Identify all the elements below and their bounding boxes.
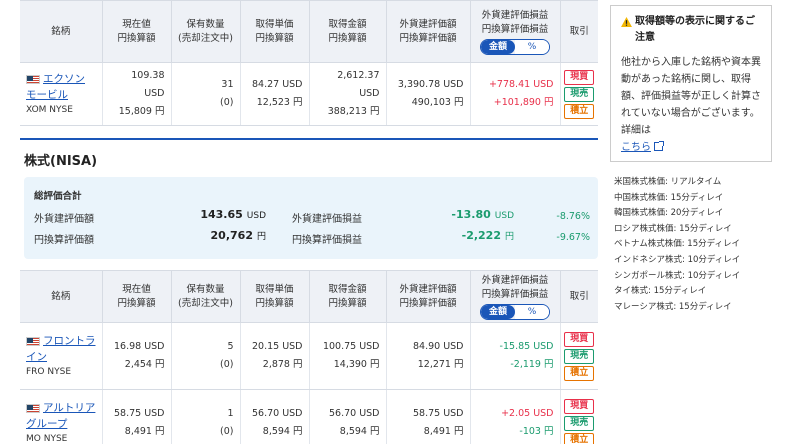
delay-item: 中国株式株価: 15分ディレイ: [614, 192, 724, 203]
summary-foreign-value: 143.65 USD: [200, 208, 266, 221]
cost-amount-cell: 56.70 USD 8,594 円: [308, 389, 386, 444]
col-name: 銘柄: [20, 0, 102, 63]
col-pl: 外貨建評価損益 円換算評価損益 金額 %: [469, 270, 560, 323]
accumulate-button[interactable]: 積立: [564, 365, 595, 381]
section-divider: [20, 138, 598, 140]
delay-item: インドネシア株式: 10分ディレイ: [614, 254, 741, 265]
value-cell: 3,390.78 USD 490,103 円: [385, 62, 470, 126]
sell-button[interactable]: 現売: [564, 415, 595, 431]
stock-cell: アルトリア グループ MO NYSE: [20, 389, 102, 444]
summary-jpy-value-label: 円換算評価額: [34, 235, 94, 246]
summary-box: 総評価合計 外貨建評価額 143.65 USD 円換算評価額 20,762 円 外貨…: [24, 177, 598, 259]
col-cost-amount: 取得金額 円換算額: [308, 0, 386, 63]
col-price: 現在値 円換算額: [101, 0, 171, 63]
delay-item: マレーシア株式: 15分ディレイ: [614, 301, 732, 312]
trade-cell: 現買 現売 積立: [559, 62, 598, 126]
summary-foreign-pl-pct: -8.76%: [556, 211, 590, 222]
cost-amount-cell: 100.75 USD 14,390 円: [308, 322, 386, 390]
stock-code: FRO NYSE: [26, 367, 72, 377]
cost-cell: 56.70 USD 8,594 円: [239, 389, 309, 444]
us-flag-icon: [26, 404, 40, 413]
accumulate-button[interactable]: 積立: [564, 432, 595, 444]
delay-item: 米国株式株価: リアルタイム: [614, 177, 722, 187]
warning-icon: [621, 17, 632, 27]
col-cost: 取得単価 円換算額: [239, 270, 309, 323]
table-row: アルトリア グループ MO NYSE 58.75 USD 8,491 円 1 (0)…: [20, 389, 598, 444]
summary-foreign-value-label: 外貨建評価額: [34, 214, 94, 225]
col-pl: 外貨建評価損益 円換算評価損益 金額 %: [469, 0, 560, 63]
notice-details-link[interactable]: こちら: [621, 142, 651, 153]
summary-jpy-pl-label: 円換算評価損益: [292, 235, 362, 246]
delay-item: タイ株式: 15分ディレイ: [614, 286, 707, 297]
cost-cell: 20.15 USD 2,878 円: [239, 322, 309, 390]
col-qty: 保有数量 (売却注文中): [170, 0, 240, 63]
col-value: 外貨建評価額 円換算評価額: [385, 270, 470, 323]
delay-item: ロシア株式株価: 15分ディレイ: [614, 223, 732, 234]
buy-button[interactable]: 現買: [564, 331, 595, 347]
holdings-table-top: 銘柄 現在値 円換算額 保有数量 (売却注文中) 取得単価 円換算額 取得金額 円換算額…: [20, 0, 598, 126]
delay-item: シンガポール株式: 10分ディレイ: [614, 270, 741, 281]
delay-item: 韓国株式株価: 20分ディレイ: [614, 208, 724, 219]
summary-jpy-pl-pct: -9.67%: [556, 232, 590, 243]
accumulate-button[interactable]: 積立: [564, 103, 595, 119]
pl-display-toggle: 金額 %: [480, 303, 550, 320]
price-cell: 109.38 USD 15,809 円: [101, 62, 171, 126]
summary-jpy-value: 20,762 円: [210, 229, 266, 242]
value-cell: 58.75 USD 8,491 円: [385, 389, 470, 444]
us-flag-icon: [26, 75, 40, 84]
table-row: フロントラ イン FRO NYSE 16.98 USD 2,454 円 5 (0) …: [20, 322, 598, 390]
external-link-icon: [654, 141, 664, 151]
cost-cell: 84.27 USD 12,523 円: [239, 62, 309, 126]
value-cell: 84.90 USD 12,271 円: [385, 322, 470, 390]
pl-cell: -15.85 USD -2,119 円: [469, 322, 560, 390]
stock-cell: フロントラ イン FRO NYSE: [20, 322, 102, 390]
notice-box: 取得額等の表示に関するご注意 他社から入庫した銘柄や資本異動があった銘柄に関し、…: [610, 5, 772, 162]
summary-foreign-pl-label: 外貨建評価損益: [292, 214, 362, 225]
qty-cell: 31 (0): [170, 62, 240, 126]
pl-cell: +778.41 USD +101,890 円: [469, 62, 560, 126]
col-price: 現在値 円換算額: [101, 270, 171, 323]
trade-cell: 現買 現売 積立: [559, 389, 598, 444]
col-cost: 取得単価 円換算額: [239, 0, 309, 63]
holdings-table-nisa: 銘柄 現在値 円換算額 保有数量 (売却注文中) 取得単価 円換算額 取得金額 円換算額…: [20, 270, 598, 444]
summary-foreign-pl: -13.80 USD: [451, 208, 514, 221]
toggle-percent[interactable]: %: [515, 39, 549, 54]
price-cell: 58.75 USD 8,491 円: [101, 389, 171, 444]
table-row: エクソン モービル XOM NYSE 109.38 USD 15,809 円 31…: [20, 62, 598, 126]
notice-title: 取得額等の表示に関するご注意: [621, 14, 761, 46]
col-value: 外貨建評価額 円換算評価額: [385, 0, 470, 63]
price-cell: 16.98 USD 2,454 円: [101, 322, 171, 390]
col-qty: 保有数量 (売却注文中): [170, 270, 240, 323]
toggle-amount[interactable]: 金額: [481, 304, 515, 319]
pl-cell: +2.05 USD -103 円: [469, 389, 560, 444]
col-trade: 取引: [559, 0, 598, 63]
trade-cell: 現買 現売 積立: [559, 322, 598, 390]
buy-button[interactable]: 現買: [564, 69, 595, 85]
section-title: 株式(NISA): [24, 154, 98, 169]
buy-button[interactable]: 現買: [564, 398, 595, 414]
delay-item: ベトナム株式株価: 15分ディレイ: [614, 239, 741, 250]
col-cost-amount: 取得金額 円換算額: [308, 270, 386, 323]
summary-jpy-pl: -2,222 円: [461, 229, 514, 242]
qty-cell: 5 (0): [170, 322, 240, 390]
sell-button[interactable]: 現売: [564, 348, 595, 364]
toggle-percent[interactable]: %: [515, 304, 549, 319]
toggle-amount[interactable]: 金額: [481, 39, 515, 54]
us-flag-icon: [26, 337, 40, 346]
notice-body: 他社から入庫した銘柄や資本異動があった銘柄に関し、取得額、評価損益等が正しく計算…: [621, 57, 761, 153]
col-name: 銘柄: [20, 270, 102, 323]
pl-display-toggle: 金額 %: [480, 38, 550, 55]
sell-button[interactable]: 現売: [564, 86, 595, 102]
cost-amount-cell: 2,612.37 USD 388,213 円: [308, 62, 386, 126]
stock-code: MO NYSE: [26, 434, 68, 444]
delay-list: 米国株式株価: リアルタイム 中国株式株価: 15分ディレイ 韓国株式株価: 2…: [614, 175, 784, 315]
stock-cell: エクソン モービル XOM NYSE: [20, 62, 102, 126]
summary-title: 総評価合計: [34, 191, 82, 202]
col-trade: 取引: [559, 270, 598, 323]
qty-cell: 1 (0): [170, 389, 240, 444]
stock-code: XOM NYSE: [26, 105, 73, 115]
holdings-panel: 銘柄 現在値 円換算額 保有数量 (売却注文中) 取得単価 円換算額 取得金額 円換算額…: [20, 0, 598, 444]
